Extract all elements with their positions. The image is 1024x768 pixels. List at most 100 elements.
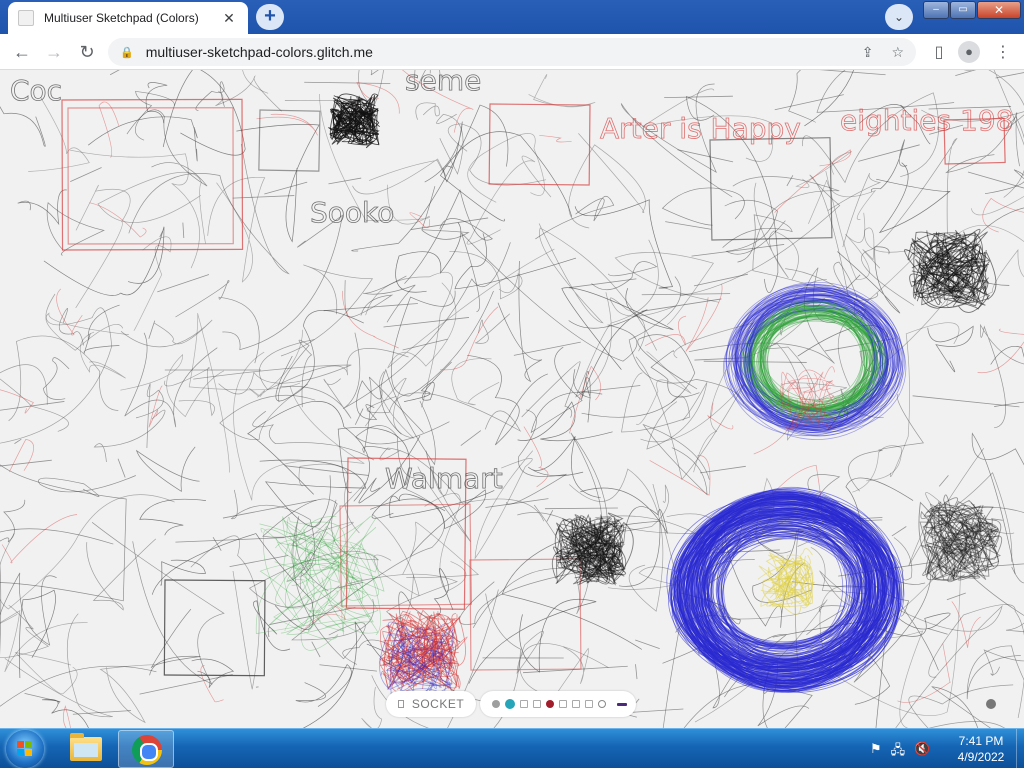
scribble-line <box>544 507 618 510</box>
network-icon[interactable]: 🖧 <box>891 741 906 763</box>
scribble-line <box>264 181 308 195</box>
color-swatch-white[interactable] <box>520 700 528 708</box>
scribble-line <box>0 401 65 411</box>
close-window-button[interactable]: ✕ <box>977 1 1021 19</box>
flag-icon[interactable]: ⚑ <box>870 741 882 763</box>
scribble-line <box>786 175 794 187</box>
scribble-stroke <box>1 514 78 564</box>
scribble-line <box>402 338 448 351</box>
url-text[interactable]: multiuser-sketchpad-colors.glitch.me <box>146 44 844 60</box>
scribble-stroke <box>56 288 83 336</box>
tab-search-button[interactable]: ⌄ <box>885 4 913 30</box>
scribble-stroke <box>222 214 343 351</box>
scribble-stroke <box>128 143 290 275</box>
start-button[interactable] <box>6 730 44 768</box>
socket-button[interactable]: SOCKET <box>386 691 476 717</box>
scribble-stroke <box>983 649 1024 676</box>
scribble-stroke <box>193 364 352 395</box>
color-swatch-gray[interactable] <box>492 700 500 708</box>
scribble-stroke <box>561 287 674 370</box>
scribble-stroke <box>644 315 687 347</box>
scribble-line <box>284 465 369 476</box>
socket-label: SOCKET <box>411 697 465 711</box>
scribble-line <box>24 692 61 703</box>
current-pen-color <box>616 702 627 706</box>
scribble-line <box>664 95 733 98</box>
maximize-button[interactable]: ▭ <box>950 1 976 19</box>
scribble-box <box>163 579 266 677</box>
share-icon[interactable]: ⇪ <box>862 44 874 61</box>
scribble-line <box>858 144 920 162</box>
scribble-line <box>460 430 482 446</box>
sketch-drawing[interactable]: Coc seme eighties 198 Sooko Walmart Arter is … <box>0 70 1024 728</box>
scribble-stroke <box>295 663 352 707</box>
file-explorer-taskbar-button[interactable] <box>58 730 114 768</box>
scribble-stroke <box>650 350 700 398</box>
scribble-line <box>568 278 637 289</box>
forward-icon[interactable]: → <box>42 40 66 64</box>
minimize-button[interactable]: – <box>923 1 949 19</box>
scribble-line <box>485 498 549 508</box>
scribble-stroke <box>876 162 951 234</box>
scribble-line <box>946 592 966 601</box>
scribble-stroke <box>362 275 416 323</box>
tab-multiuser-sketchpad[interactable]: Multiuser Sketchpad (Colors) ✕ <box>8 2 248 34</box>
lock-icon[interactable]: 🔒 <box>120 46 134 59</box>
reload-icon[interactable]: ↻ <box>75 40 99 64</box>
side-panel-icon[interactable]: ▯ <box>928 42 950 62</box>
scribble-line <box>641 293 731 296</box>
scribble-stroke <box>439 131 573 222</box>
color-swatch-white[interactable] <box>585 700 593 708</box>
scribble-stroke <box>966 645 1024 700</box>
scribble-line <box>819 70 886 76</box>
close-tab-icon[interactable]: ✕ <box>220 10 238 27</box>
scribble-handwriting: Arter is Happy <box>600 112 801 145</box>
color-swatch-white[interactable] <box>572 700 580 708</box>
back-icon[interactable]: ← <box>10 40 34 64</box>
scribble-line <box>703 360 807 363</box>
window-controls: – ▭ ✕ <box>923 1 1022 19</box>
scribble-stroke <box>927 325 974 373</box>
scribble-handwriting: Sooko <box>310 196 394 229</box>
color-swatch-white[interactable] <box>559 700 567 708</box>
taskbar-clock[interactable]: 7:41 PM 4/9/2022 <box>944 733 1018 765</box>
color-swatch-teal[interactable] <box>505 699 515 709</box>
chrome-menu-icon[interactable]: ⋮ <box>992 42 1014 62</box>
show-desktop-button[interactable] <box>1016 729 1024 768</box>
scribble-stroke <box>207 177 266 283</box>
scribble-stroke <box>0 293 113 444</box>
brush-size-indicator[interactable] <box>986 699 996 709</box>
scribble-stroke <box>380 368 436 466</box>
new-tab-button[interactable]: + <box>256 4 284 30</box>
volume-muted-icon[interactable]: 🔇 <box>914 741 930 763</box>
scribble-line <box>157 274 210 293</box>
browser-toolbar: ← → ↻ 🔒 multiuser-sketchpad-colors.glitc… <box>0 34 1024 70</box>
scribble-stroke <box>569 365 602 434</box>
tab-title: Multiuser Sketchpad (Colors) <box>44 11 199 25</box>
bookmark-star-icon[interactable]: ☆ <box>891 44 904 61</box>
scribble-stroke <box>75 185 131 309</box>
sketch-canvas[interactable]: Coc seme eighties 198 Sooko Walmart Arter is … <box>0 70 1024 728</box>
scribble-stroke <box>1005 566 1024 633</box>
scribble-stroke <box>527 436 601 499</box>
scribble-stroke <box>827 172 882 248</box>
scribble-stroke <box>98 101 120 158</box>
color-swatch-white[interactable] <box>533 700 541 708</box>
scribble-handwriting: eighties 198 <box>840 104 1013 137</box>
scribble-stroke <box>342 290 399 349</box>
color-swatch-white[interactable] <box>598 700 606 708</box>
scribble-stroke <box>280 378 352 419</box>
scribble-stroke <box>124 332 218 428</box>
scribble-handwriting: Walmart <box>385 462 503 495</box>
profile-avatar-icon[interactable]: ● <box>958 41 980 63</box>
scribble-stroke <box>395 222 462 293</box>
chrome-taskbar-button[interactable] <box>118 730 174 768</box>
scribble-stroke <box>258 339 409 391</box>
scribble-line <box>635 664 638 680</box>
windows-logo-icon <box>17 741 33 757</box>
scribble-stroke <box>521 361 581 418</box>
color-swatch-dark-red[interactable] <box>546 700 554 708</box>
scribble-line <box>109 70 120 76</box>
address-bar[interactable]: 🔒 multiuser-sketchpad-colors.glitch.me ⇪… <box>108 38 916 66</box>
scribble-stroke <box>91 522 225 685</box>
